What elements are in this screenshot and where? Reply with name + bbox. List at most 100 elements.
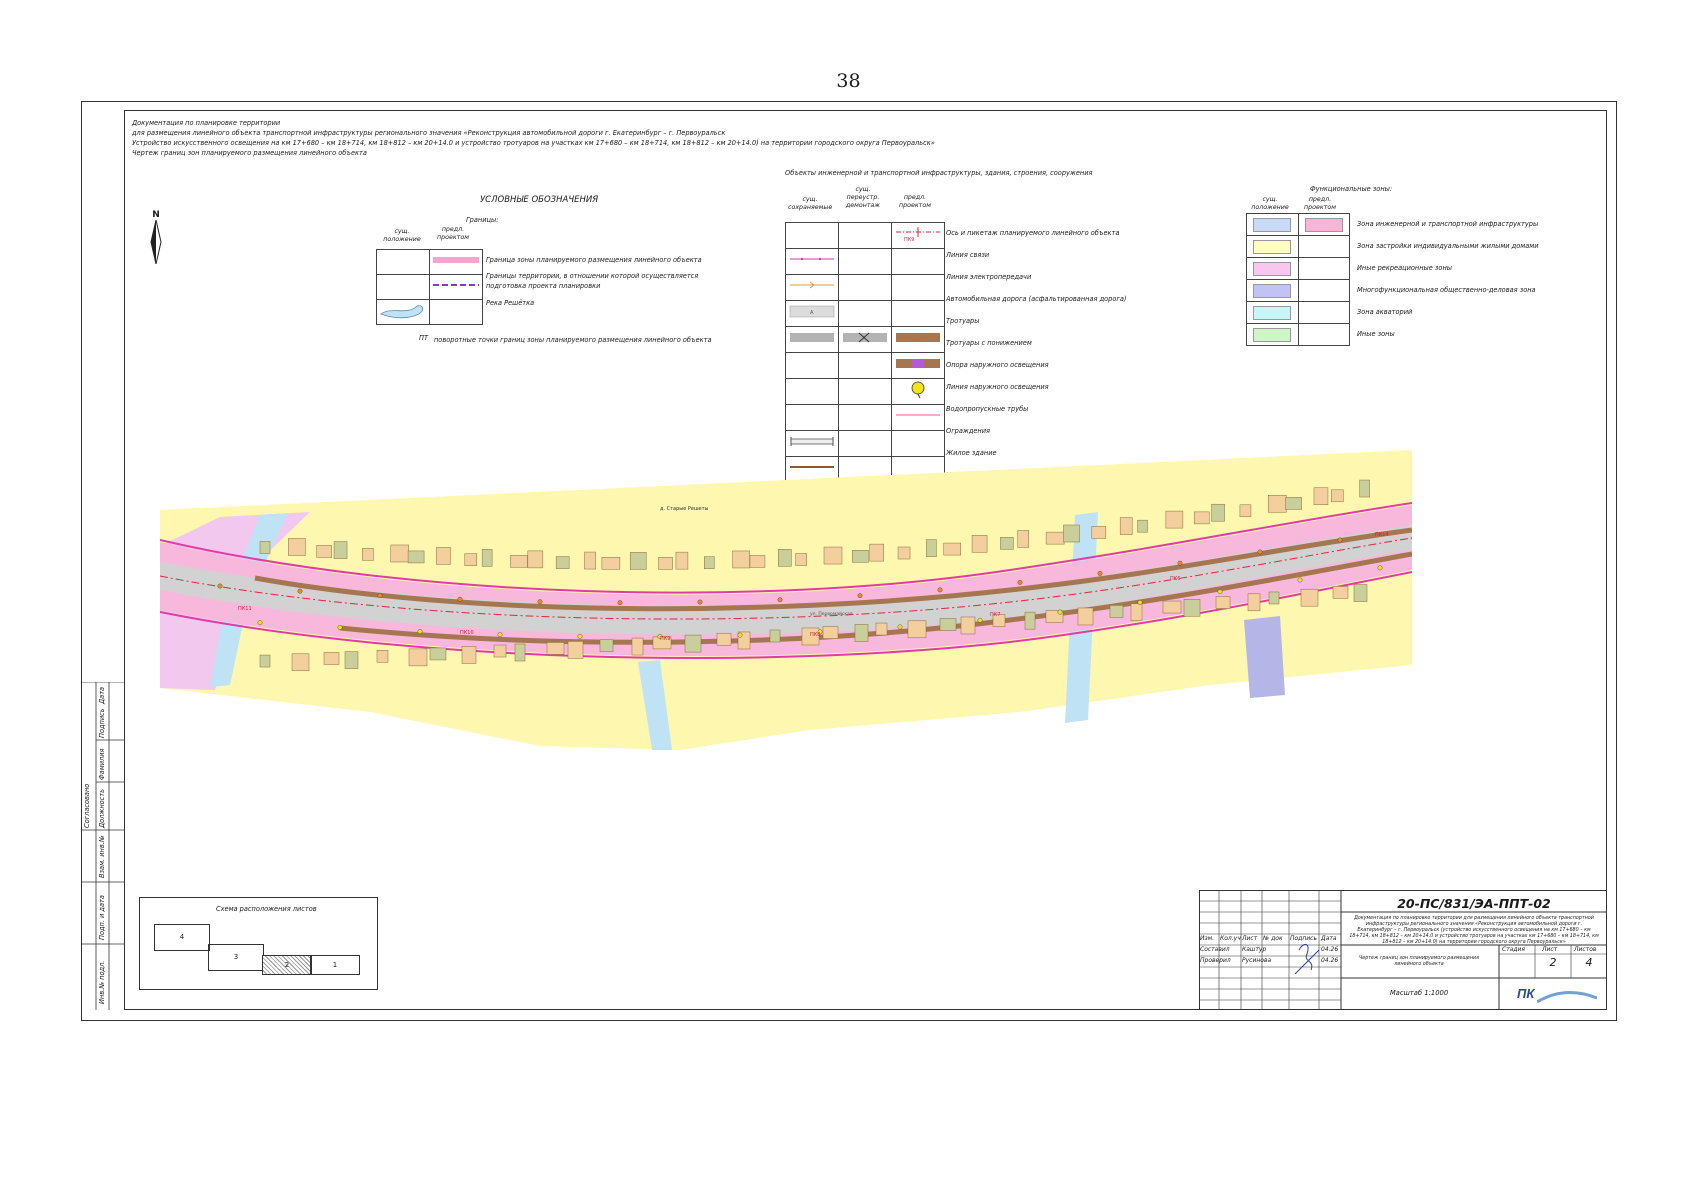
lighting-pole xyxy=(457,596,463,602)
building xyxy=(461,646,477,664)
building xyxy=(1268,591,1280,605)
zone-label: Многофункциональная общественно-деловая … xyxy=(1357,286,1536,294)
zone-swatch-existing xyxy=(1253,239,1292,254)
street-label: ул. Первомайская xyxy=(810,610,853,617)
role-author: Составил xyxy=(1200,946,1230,953)
side-stamp-label: Инв.№ подл. xyxy=(98,960,106,1004)
zone-swatch-proposed xyxy=(1304,217,1343,232)
legend-borders-table xyxy=(376,249,483,325)
lighting-pole xyxy=(977,617,983,623)
legend-zones-table xyxy=(1246,213,1350,346)
sidewalk-proposed-symbol xyxy=(896,333,940,342)
drawing-description: Документация по планировке территории дл… xyxy=(1349,916,1599,945)
zone-label: Иные рекреационные зоны xyxy=(1357,264,1452,272)
building xyxy=(527,550,544,569)
axis-picket-symbol: ПК9 xyxy=(896,227,940,243)
header-line: Документация по планировке территории xyxy=(132,119,281,127)
building xyxy=(390,544,409,563)
building xyxy=(1109,605,1124,618)
building xyxy=(436,547,451,565)
zone-swatch-existing xyxy=(1253,283,1292,298)
building xyxy=(1162,600,1182,614)
lighting-pole xyxy=(737,632,743,638)
hdr-date: Дата xyxy=(1321,935,1337,942)
lighting-pole xyxy=(537,599,543,605)
lighting-pole xyxy=(577,633,583,639)
sheet-1: 1 xyxy=(310,955,360,975)
building xyxy=(291,653,310,672)
building xyxy=(514,643,526,662)
legend-row-river: Река Решётка xyxy=(486,299,535,307)
zone-swatch-existing xyxy=(1253,305,1292,320)
legend-zones-labels: Зона инженерной и транспортной инфрастру… xyxy=(1357,213,1539,345)
building xyxy=(464,553,478,566)
scale: Масштаб 1:1000 xyxy=(1389,989,1449,997)
lighting-pole xyxy=(1297,577,1303,583)
building xyxy=(897,546,911,560)
zone-swatch-existing xyxy=(1253,217,1292,232)
lighting-pole-symbol xyxy=(911,381,925,399)
territory-boundary-symbol xyxy=(433,284,479,286)
building xyxy=(429,647,447,661)
building xyxy=(631,637,644,656)
building xyxy=(599,639,614,652)
lighting-pole xyxy=(1337,537,1343,543)
building xyxy=(481,549,493,567)
building xyxy=(869,543,884,562)
page-number: 38 xyxy=(836,70,861,92)
building xyxy=(907,620,927,639)
lighting-pole xyxy=(1377,565,1383,571)
lighting-pole xyxy=(417,629,423,634)
building xyxy=(408,648,428,667)
sheets-total: 4 xyxy=(1585,956,1593,969)
legend-row: Тротуары с понижением xyxy=(946,339,1032,347)
building xyxy=(1000,537,1014,550)
building xyxy=(1353,584,1368,602)
side-stamp-label: Подпись xyxy=(98,708,106,738)
building xyxy=(960,616,976,635)
lighting-pole xyxy=(217,583,223,589)
header-line: Устройство искусственного освещения на к… xyxy=(132,139,935,147)
picket-label: ПК6 xyxy=(1170,576,1181,582)
building xyxy=(778,549,792,567)
building xyxy=(769,629,781,643)
building xyxy=(971,535,988,553)
lighting-pole xyxy=(1097,571,1103,576)
stage-label: Стадия xyxy=(1502,946,1526,953)
planning-map: д. Старые Решеты ул. Первомайская ПК11 П… xyxy=(160,450,1412,750)
side-stamp-label: Согласовано xyxy=(83,783,91,828)
lowered-sidewalk-symbol xyxy=(896,359,940,368)
picket-label: ПК7 xyxy=(990,612,1001,618)
legend-row-territory-boundary: Границы территории, в отношении которой … xyxy=(486,272,699,290)
side-stamp-label: Должность xyxy=(98,788,106,828)
zone-label: Иные зоны xyxy=(1357,330,1395,338)
sheet-4: 4 xyxy=(154,924,210,951)
building xyxy=(546,642,565,655)
river-symbol xyxy=(380,305,423,319)
building xyxy=(555,556,570,569)
legend-objects-labels: Ось и пикетаж планируемого линейного объ… xyxy=(946,222,1126,486)
hdr-sign: Подпись xyxy=(1290,935,1317,942)
building xyxy=(1024,611,1036,630)
building xyxy=(259,654,271,668)
legend-borders-title: Границы: xyxy=(466,216,499,224)
lighting-pole xyxy=(1017,579,1023,585)
lighting-pole xyxy=(1057,609,1063,615)
lighting-pole xyxy=(697,599,703,605)
building xyxy=(1331,489,1344,503)
lighting-pole xyxy=(1177,560,1183,566)
building xyxy=(704,556,715,569)
picket-label: ПК10 xyxy=(460,630,474,636)
building xyxy=(749,555,766,568)
legend-zones-title: Функциональные зоны: xyxy=(1310,185,1393,193)
hdr-izm: Изм. xyxy=(1200,935,1215,942)
building xyxy=(1193,511,1210,525)
zone-label: Зона инженерной и транспортной инфрастру… xyxy=(1357,220,1539,228)
side-stamp-label: Взам. инв.№ xyxy=(98,835,106,878)
building xyxy=(288,538,306,556)
building xyxy=(1137,519,1148,533)
legend-row: Линия наружного освещения xyxy=(946,383,1049,391)
building xyxy=(939,618,957,631)
zone-label: Зона застройки индивидуальными жилыми до… xyxy=(1357,242,1539,250)
legend-col-dismantle: сущ. переустр. демонтаж xyxy=(845,186,881,209)
